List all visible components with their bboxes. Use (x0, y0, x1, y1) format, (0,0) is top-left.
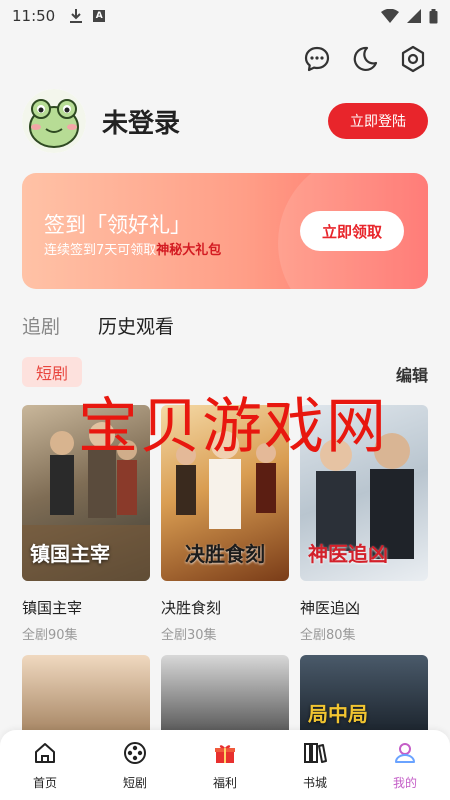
short-drama-tag[interactable]: 短剧 (22, 357, 82, 387)
drama-poster-partial[interactable] (22, 655, 150, 735)
tab-watch-history[interactable]: 历史观看 (98, 312, 174, 339)
wifi-icon (381, 9, 399, 23)
status-time: 11:50 (12, 7, 56, 25)
message-icon[interactable] (302, 44, 332, 74)
nav-label: 福利 (212, 776, 237, 790)
download-icon (70, 9, 83, 23)
drama-poster-partial[interactable] (161, 655, 289, 735)
drama-episodes: 全剧30集 (161, 628, 217, 643)
nav-label: 首页 (32, 776, 57, 790)
nav-label: 书城 (302, 776, 327, 790)
status-notifications: A (69, 8, 106, 24)
nav-mine[interactable]: 我的 (360, 730, 450, 800)
status-system-icons (381, 8, 438, 24)
watermark-text: 宝贝游戏网 (78, 392, 388, 462)
drama-name: 神医追凶 (300, 599, 361, 617)
nav-welfare[interactable]: 福利 (180, 730, 270, 800)
battery-icon (429, 8, 438, 23)
history-tabs: 追剧 历史观看 (22, 312, 174, 339)
username: 未登录 (102, 108, 181, 139)
top-actions (302, 44, 428, 74)
film-reel-icon (122, 740, 148, 766)
drama-name: 决胜食刻 (161, 599, 222, 617)
drama-poster-partial[interactable]: 局中局 (300, 655, 428, 735)
nav-bookstore[interactable]: 书城 (270, 730, 360, 800)
a-icon: A (93, 10, 106, 22)
poster-title: 决胜食刻 (185, 542, 265, 566)
drama-episodes: 全剧80集 (300, 628, 356, 643)
banner-subtitle: 连续签到7天可领取神秘大礼包 (44, 239, 221, 258)
edit-button[interactable]: 编辑 (396, 362, 428, 386)
tab-following[interactable]: 追剧 (22, 312, 60, 339)
nav-label: 短剧 (122, 776, 147, 790)
gift-icon (212, 740, 238, 766)
status-bar: 11:50 A (0, 0, 450, 32)
claim-button[interactable]: 立即领取 (300, 211, 404, 251)
banner-subtitle-prefix: 连续签到7天可领取 (44, 243, 157, 258)
poster-title: 神医追凶 (308, 542, 388, 566)
nav-short-drama[interactable]: 短剧 (90, 730, 180, 800)
poster-title: 局中局 (308, 702, 368, 726)
nav-home[interactable]: 首页 (0, 730, 90, 800)
moon-icon[interactable] (350, 44, 380, 74)
poster-title: 镇国主宰 (30, 542, 110, 566)
settings-icon[interactable] (398, 44, 428, 74)
drama-episodes: 全剧90集 (22, 628, 78, 643)
bottom-navigation: 首页 短剧 福利 书城 我的 (0, 730, 450, 800)
login-button[interactable]: 立即登陆 (328, 103, 428, 139)
home-icon (32, 740, 58, 766)
drama-name: 镇国主宰 (22, 599, 83, 617)
signin-banner[interactable]: 签到「领好礼」 连续签到7天可领取神秘大礼包 立即领取 (22, 173, 428, 289)
books-icon (302, 740, 328, 766)
nav-label: 我的 (392, 776, 417, 790)
profile-icon (392, 740, 418, 766)
avatar[interactable] (22, 89, 86, 153)
banner-subtitle-highlight: 神秘大礼包 (156, 243, 222, 258)
banner-title: 签到「领好礼」 (44, 213, 191, 237)
profile-header: 未登录 立即登陆 (22, 88, 428, 154)
signal-icon (407, 9, 421, 23)
frog-avatar-icon (22, 89, 86, 153)
